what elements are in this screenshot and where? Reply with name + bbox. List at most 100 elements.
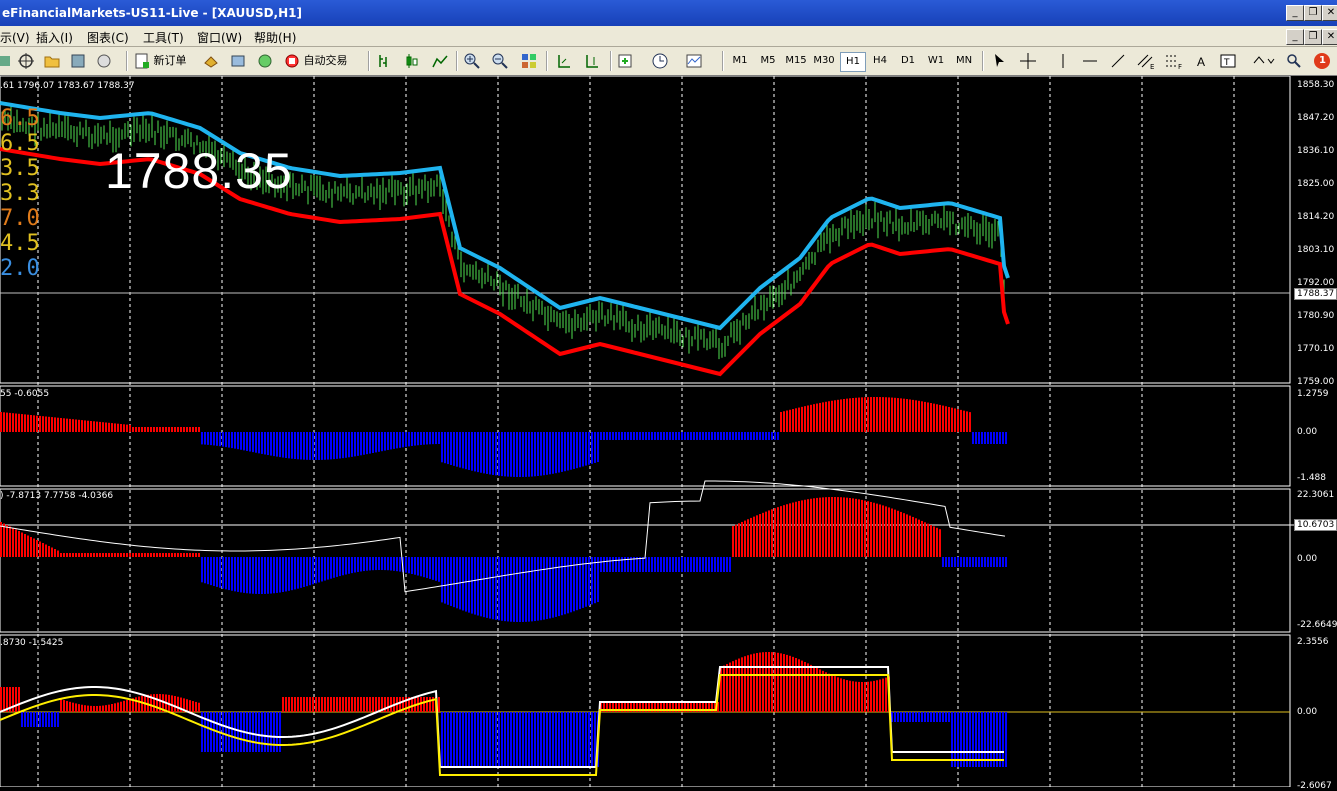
histogram-bar: [495, 712, 497, 767]
histogram-bar: [633, 432, 635, 440]
vertical-line-icon[interactable]: [1056, 53, 1070, 71]
histogram-bar: [156, 427, 158, 432]
equidistant-channel-icon[interactable]: E: [1136, 53, 1156, 71]
timeframe-m15[interactable]: M15: [784, 52, 808, 70]
histogram-bar: [492, 557, 494, 620]
histogram-bar: [570, 432, 572, 470]
text-label-icon[interactable]: T: [1220, 53, 1236, 71]
crosshair-icon[interactable]: [1018, 53, 1038, 71]
close-button[interactable]: ✕: [1322, 5, 1337, 21]
new-order-button[interactable]: 新订单: [134, 52, 187, 70]
histogram-bar: [204, 557, 206, 584]
cursor-arrow-icon[interactable]: [992, 53, 1008, 71]
autoscroll-icon[interactable]: [584, 53, 600, 71]
histogram-bar: [966, 557, 968, 567]
histogram-bar: [792, 409, 794, 432]
timeframe-h4[interactable]: H4: [868, 52, 892, 70]
menu-insert[interactable]: 插入(I): [36, 29, 73, 46]
histogram-bar: [234, 712, 236, 752]
line-chart-icon[interactable]: [432, 53, 448, 71]
histogram-bar: [390, 432, 392, 450]
mdi-close-button[interactable]: ✕: [1322, 29, 1337, 45]
histogram-bar: [63, 553, 65, 557]
market-watch-icon[interactable]: [203, 53, 219, 71]
histogram-bar: [177, 696, 179, 712]
zoom-in-icon[interactable]: [464, 53, 480, 71]
histogram-bar: [585, 712, 587, 767]
history-icon[interactable]: [70, 53, 86, 71]
minimize-button[interactable]: _: [1286, 5, 1304, 21]
histogram-bar: [411, 557, 413, 574]
candlestick-icon[interactable]: [404, 53, 420, 71]
tile-windows-icon[interactable]: [521, 53, 537, 71]
histogram-bar: [669, 432, 671, 440]
bar-chart-icon[interactable]: [376, 53, 392, 71]
notification-badge[interactable]: 1: [1312, 51, 1332, 71]
menu-charts[interactable]: 图表(C): [87, 29, 129, 46]
periods-clock-icon[interactable]: [652, 53, 674, 71]
open-folder-icon[interactable]: [44, 53, 60, 71]
svg-text:E: E: [1150, 63, 1154, 71]
histogram-bar: [954, 712, 956, 767]
chart-shift-icon[interactable]: [556, 53, 572, 71]
histogram-bar: [129, 699, 131, 712]
indicators-icon[interactable]: [618, 53, 640, 71]
auto-trade-label: 自动交易: [303, 54, 348, 67]
histogram-bar: [246, 557, 248, 594]
text-icon[interactable]: A: [1194, 53, 1210, 71]
histogram-bar: [144, 427, 146, 432]
strategy-tester-icon[interactable]: [96, 53, 112, 71]
terminal-icon[interactable]: [230, 53, 246, 71]
histogram-bar: [156, 553, 158, 557]
histogram-bar: [237, 432, 239, 450]
histogram-bar: [852, 681, 854, 712]
horizontal-line-icon[interactable]: [1082, 53, 1098, 71]
timeframe-w1[interactable]: W1: [924, 52, 948, 70]
menu-window[interactable]: 窗口(W): [197, 29, 242, 46]
histogram-bar: [555, 432, 557, 474]
menu-tools[interactable]: 工具(T): [143, 29, 184, 46]
histogram-bar: [102, 422, 104, 432]
search-icon[interactable]: [1286, 53, 1302, 71]
histogram-bar: [516, 432, 518, 477]
histogram-bar: [870, 681, 872, 712]
auto-trade-button[interactable]: 自动交易: [284, 52, 348, 70]
fibonacci-icon[interactable]: F: [1164, 53, 1184, 71]
histogram-bar: [528, 712, 530, 767]
histogram-bar: [492, 432, 494, 475]
zoom-out-icon[interactable]: [492, 53, 508, 71]
histogram-bar: [531, 712, 533, 767]
menu-view[interactable]: 示(V): [0, 29, 30, 46]
timeframe-h1[interactable]: H1: [840, 52, 866, 72]
templates-icon[interactable]: [686, 53, 708, 71]
mdi-restore-button[interactable]: ❐: [1304, 29, 1322, 45]
histogram-bar: [486, 432, 488, 474]
arrows-icon[interactable]: [1252, 53, 1278, 71]
chart-icon[interactable]: [0, 52, 12, 70]
mdi-minimize-button[interactable]: _: [1286, 29, 1304, 45]
histogram-bar: [942, 405, 944, 432]
timeframe-m30[interactable]: M30: [812, 52, 836, 70]
histogram-bar: [3, 687, 5, 712]
histogram-bar: [114, 553, 116, 557]
histogram-bar: [300, 432, 302, 460]
histogram-bar: [297, 697, 299, 712]
histogram-bar: [42, 712, 44, 727]
signal-icon[interactable]: [257, 53, 273, 71]
crosshair-target-icon[interactable]: [18, 53, 34, 71]
histogram-bar: [21, 532, 23, 557]
timeframe-mn[interactable]: MN: [952, 52, 976, 70]
timeframe-d1[interactable]: D1: [896, 52, 920, 70]
histogram-bar: [219, 432, 221, 447]
histogram-bar: [249, 432, 251, 452]
chart-area[interactable]: .61 1796.07 1783.67 1788.37 6.5 6.5 3.5 …: [0, 76, 1337, 791]
restore-button[interactable]: ❐: [1304, 5, 1322, 21]
trendline-icon[interactable]: [1110, 53, 1126, 71]
timeframe-m5[interactable]: M5: [756, 52, 780, 70]
histogram-bar: [174, 427, 176, 432]
histogram-bar: [114, 423, 116, 432]
histogram-bar: [213, 432, 215, 446]
timeframe-m1[interactable]: M1: [728, 52, 752, 70]
menu-help[interactable]: 帮助(H): [254, 29, 296, 46]
histogram-bar: [162, 553, 164, 557]
